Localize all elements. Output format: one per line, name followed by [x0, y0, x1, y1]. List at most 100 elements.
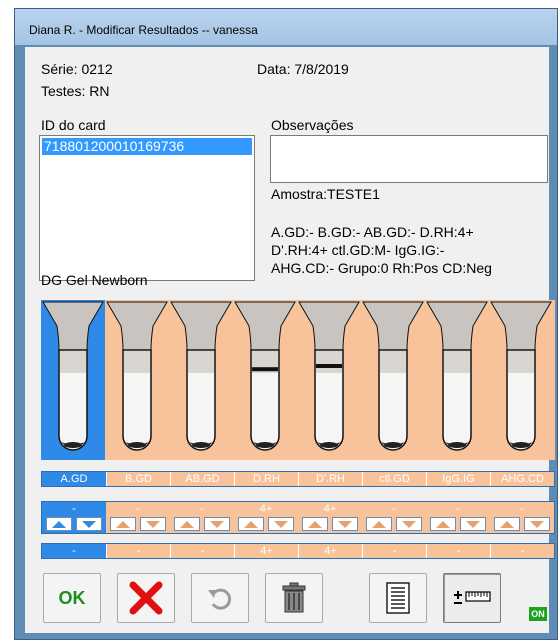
well-result-cell[interactable]: -	[490, 544, 554, 558]
well-name-cell[interactable]: IgG.IG	[426, 472, 490, 486]
adjust-button[interactable]	[443, 573, 501, 623]
reaction-selector: -	[490, 502, 554, 533]
well-result-cell[interactable]: -	[426, 544, 490, 558]
reaction-selector: 4+	[298, 502, 362, 533]
gel-well	[106, 301, 168, 451]
well-name-cell[interactable]: A.GD	[42, 472, 106, 486]
well-name-cell[interactable]: ctl.GD	[362, 472, 426, 486]
triangle-up-icon	[180, 521, 194, 528]
ok-button[interactable]: OK	[43, 573, 101, 623]
cancel-button[interactable]	[117, 573, 175, 623]
triangle-up-icon	[116, 521, 130, 528]
gel-well	[490, 301, 552, 451]
well-liquid	[188, 351, 214, 373]
well-name-cell[interactable]: AHG.CD	[490, 472, 554, 486]
well-result-cell[interactable]: 4+	[298, 544, 362, 558]
reaction-value: -	[392, 503, 396, 515]
plus-minus-ruler-icon	[454, 591, 491, 604]
well-funnel	[170, 301, 232, 351]
triangle-down-icon	[530, 521, 544, 528]
well-liquid	[60, 351, 86, 373]
up-arrow-button[interactable]	[238, 517, 264, 531]
well-funnel	[106, 301, 168, 351]
up-arrow-button[interactable]	[366, 517, 392, 531]
reaction-value: -	[456, 503, 460, 515]
reaction-value: -	[72, 503, 76, 515]
well-name-cell[interactable]: D.RH	[234, 472, 298, 486]
up-arrow-button[interactable]	[46, 517, 72, 531]
down-arrow-button[interactable]	[204, 517, 230, 531]
card-id-list[interactable]: 718801200010169736	[39, 135, 255, 281]
up-arrow-button[interactable]	[174, 517, 200, 531]
reaction-selector: -	[42, 502, 106, 533]
gel-wells-svg	[42, 301, 552, 451]
undo-icon	[208, 588, 232, 610]
well-name-cell[interactable]: AB.GD	[170, 472, 234, 486]
app-window: Diana R. - Modificar Resultados -- vanes…	[14, 8, 558, 640]
results-line-2: D'.RH:4+ ctl.GD:M- IgG.IG:-	[271, 242, 445, 258]
testes-label: Testes: RN	[41, 83, 110, 99]
well-pellet-core	[192, 442, 210, 448]
down-arrow-button[interactable]	[268, 517, 294, 531]
down-arrow-button[interactable]	[332, 517, 358, 531]
down-arrow-button[interactable]	[460, 517, 486, 531]
well-result-cell[interactable]: -	[106, 544, 170, 558]
gel-well	[298, 301, 360, 451]
down-arrow-button[interactable]	[140, 517, 166, 531]
results-line-3: AHG.CD:- Grupo:0 Rh:Pos CD:Neg	[271, 260, 492, 276]
undo-button[interactable]	[191, 573, 249, 623]
triangle-up-icon	[244, 521, 258, 528]
delete-button[interactable]	[265, 573, 323, 623]
well-result-cell[interactable]: -	[362, 544, 426, 558]
serie-label: Série: 0212	[41, 61, 113, 77]
well-name-cell[interactable]: B.GD	[106, 472, 170, 486]
title-bar[interactable]: Diana R. - Modificar Resultados -- vanes…	[15, 9, 557, 45]
well-result-cell[interactable]: 4+	[234, 544, 298, 558]
reaction-value: 4+	[323, 503, 337, 515]
triangle-down-icon	[402, 521, 416, 528]
triangle-down-icon	[210, 521, 224, 528]
well-name-row: A.GD B.GD AB.GD D.RH D'.RH ctl.GD IgG.IG AHG.CD	[41, 471, 555, 487]
well-pellet-core	[512, 442, 530, 448]
well-funnel	[426, 301, 488, 351]
report-button[interactable]	[369, 573, 427, 623]
well-funnel	[234, 301, 296, 351]
reaction-selector: 4+	[234, 502, 298, 533]
observacoes-label: Observações	[271, 117, 354, 133]
up-arrow-button[interactable]	[430, 517, 456, 531]
observacoes-input[interactable]	[270, 135, 548, 183]
client-area: Série: 0212 Data: 7/8/2019 Testes: RN ID…	[25, 47, 555, 633]
triangle-up-icon	[436, 521, 450, 528]
well-pellet-core	[448, 442, 466, 448]
triangle-down-icon	[274, 521, 288, 528]
triangle-up-icon	[308, 521, 322, 528]
down-arrow-button[interactable]	[524, 517, 550, 531]
gel-well	[426, 301, 488, 451]
well-funnel	[298, 301, 360, 351]
results-line-1: A.GD:- B.GD:- AB.GD:- D.RH:4+	[271, 224, 474, 240]
reaction-value: 4+	[259, 503, 273, 515]
amostra-label: Amostra:TESTE1	[271, 186, 380, 202]
gel-card-image[interactable]	[41, 300, 555, 460]
reaction-value: -	[136, 503, 140, 515]
triangle-up-icon	[372, 521, 386, 528]
triangle-up-icon	[500, 521, 514, 528]
down-arrow-button[interactable]	[76, 517, 102, 531]
gel-type-label: DG Gel Newborn	[41, 272, 148, 288]
gel-well	[234, 301, 296, 451]
reaction-selector: -	[362, 502, 426, 533]
well-name-cell[interactable]: D'.RH	[298, 472, 362, 486]
trash-icon	[282, 582, 306, 613]
well-pellet-core	[320, 442, 338, 448]
well-result-cell[interactable]: -	[170, 544, 234, 558]
well-liquid	[508, 351, 534, 373]
triangle-down-icon	[338, 521, 352, 528]
well-pellet-core	[384, 442, 402, 448]
up-arrow-button[interactable]	[494, 517, 520, 531]
list-item[interactable]: 718801200010169736	[42, 138, 252, 155]
well-result-cell[interactable]: -	[42, 544, 106, 558]
up-arrow-button[interactable]	[110, 517, 136, 531]
ok-label: OK	[58, 587, 86, 608]
down-arrow-button[interactable]	[396, 517, 422, 531]
up-arrow-button[interactable]	[302, 517, 328, 531]
